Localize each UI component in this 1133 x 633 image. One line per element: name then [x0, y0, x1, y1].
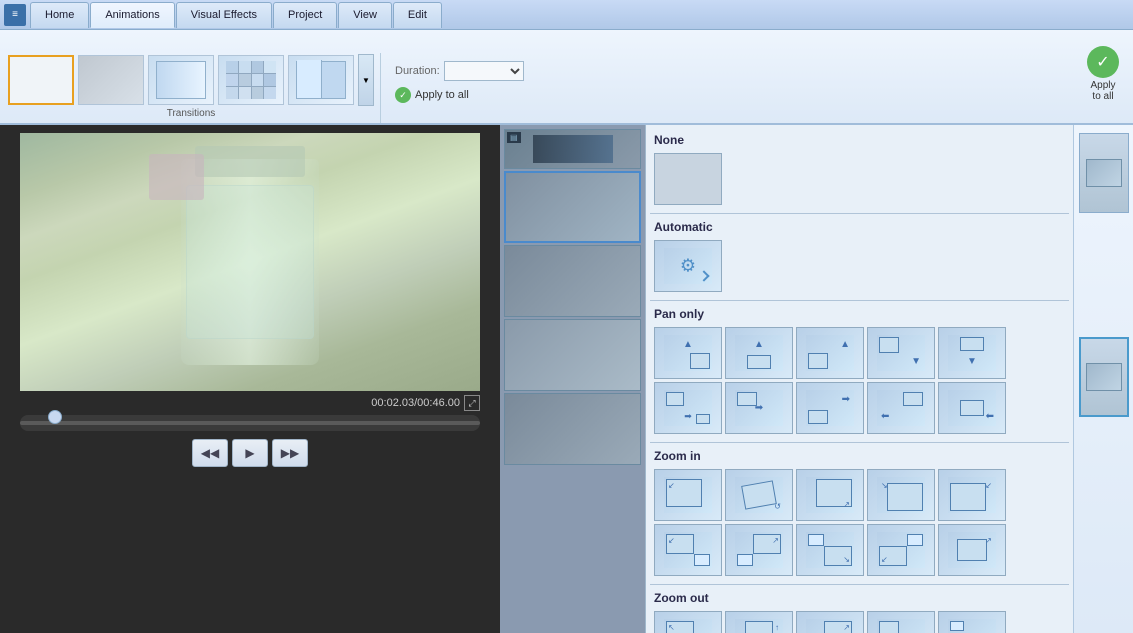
apply-right-button[interactable]: ✓ Applyto all	[1073, 34, 1133, 114]
duration-section: Duration: ✓ Apply to all	[395, 61, 524, 123]
current-time: 00:02.03/00:46.00	[371, 397, 460, 409]
timeline-item-3[interactable]	[504, 245, 641, 317]
ribbon-separator-1	[380, 53, 381, 123]
fullscreen-button[interactable]: ⤢	[464, 395, 480, 411]
timeline-item-5[interactable]	[504, 393, 641, 465]
pan-right-2[interactable]: ➡	[796, 382, 864, 434]
zoom-out-grid: ↖ ↑ ↗ ⬅	[650, 609, 1069, 633]
zoom-out-1[interactable]: ↖	[654, 611, 722, 633]
zoom-out-4[interactable]: ⬅	[867, 611, 935, 633]
separator-2	[650, 300, 1069, 301]
transition-2[interactable]	[78, 55, 144, 105]
tab-visual-effects[interactable]: Visual Effects	[176, 2, 272, 28]
motion-panel: None Automatic ⚙ Pan only ▲	[645, 125, 1073, 633]
zoom-in-2a[interactable]: ↙	[654, 524, 722, 576]
app-icon: ≡	[4, 4, 26, 26]
transition-none[interactable]	[8, 55, 74, 105]
zoom-in-2e[interactable]: ↗	[938, 524, 1006, 576]
pan-right[interactable]: ➡	[725, 382, 793, 434]
zoom-in-br[interactable]: ↘	[867, 469, 935, 521]
timeline-item-2[interactable]	[504, 171, 641, 243]
separator-3	[650, 442, 1069, 443]
pan-left[interactable]: ⬅	[867, 382, 935, 434]
apply-right-label: Applyto all	[1090, 80, 1115, 102]
section-zoom-out-label: Zoom out	[650, 587, 1069, 609]
pan-down-left[interactable]: ➡	[654, 382, 722, 434]
film-icon: ▤	[507, 132, 521, 143]
zoom-in-2d[interactable]: ↙	[867, 524, 935, 576]
zoom-out-5[interactable]: ↘	[938, 611, 1006, 633]
transitions-label: Transitions	[167, 106, 216, 123]
play-button[interactable]: ▶	[232, 439, 268, 467]
tab-project[interactable]: Project	[273, 2, 337, 28]
apply-all-icon: ✓	[395, 87, 411, 103]
apply-all-label: Apply to all	[415, 89, 469, 101]
section-zoom-in-label: Zoom in	[650, 445, 1069, 467]
pan-grid: ▲ ▲ ▲ ▼	[650, 325, 1069, 440]
tab-edit[interactable]: Edit	[393, 2, 442, 28]
main-area: 00:02.03/00:46.00 ⤢ ◀◀ ▶ ▶▶ ▤	[0, 125, 1133, 633]
playback-controls: ◀◀ ▶ ▶▶	[192, 439, 308, 467]
tab-home[interactable]: Home	[30, 2, 89, 28]
duration-select[interactable]	[444, 61, 524, 81]
apply-all-button[interactable]: ✓ Apply to all	[395, 87, 524, 103]
ribbon: ▼ Transitions Duration: ✓ Apply to all ✓…	[0, 30, 1133, 125]
timeline-scrubber[interactable]	[20, 415, 480, 431]
pan-left-2[interactable]: ⬅	[938, 382, 1006, 434]
duration-label: Duration:	[395, 65, 440, 77]
fast-forward-button[interactable]: ▶▶	[272, 439, 308, 467]
timeline-strip: ▤	[500, 125, 645, 633]
video-frame	[20, 133, 480, 391]
rewind-button[interactable]: ◀◀	[192, 439, 228, 467]
ribbon-scroll-arrow[interactable]: ▼	[358, 54, 374, 106]
zoom-in-2c[interactable]: ↘	[796, 524, 864, 576]
scrubber-track	[20, 421, 480, 425]
separator-4	[650, 584, 1069, 585]
zoom-in-bl[interactable]: ↙	[938, 469, 1006, 521]
pan-up-right[interactable]: ▲	[796, 327, 864, 379]
zoom-in-tr[interactable]: ↗	[796, 469, 864, 521]
zoom-out-2[interactable]: ↑	[725, 611, 793, 633]
timeline-item-4[interactable]	[504, 319, 641, 391]
tab-animations[interactable]: Animations	[90, 2, 174, 28]
tab-view[interactable]: View	[338, 2, 392, 28]
timeline-item-1[interactable]: ▤	[504, 129, 641, 169]
transition-thumbnails: ▼	[8, 54, 374, 106]
zoom-in-tl[interactable]: ↙	[654, 469, 722, 521]
section-pan-label: Pan only	[650, 303, 1069, 325]
zoom-in-2b[interactable]: ↗	[725, 524, 793, 576]
zoom-in-grid: ↙ ↺ ↗ ↘	[650, 467, 1069, 582]
separator-1	[650, 213, 1069, 214]
section-automatic-label: Automatic	[650, 216, 1069, 238]
transition-3[interactable]	[148, 55, 214, 105]
scrubber-thumb[interactable]	[48, 410, 62, 424]
transition-4[interactable]	[218, 55, 284, 105]
pan-down[interactable]: ▼	[938, 327, 1006, 379]
time-display: 00:02.03/00:46.00 ⤢	[20, 395, 480, 411]
apply-check-icon: ✓	[1087, 46, 1119, 78]
section-none-label: None	[650, 129, 1069, 151]
auto-grid: ⚙	[650, 238, 1069, 298]
none-grid	[650, 151, 1069, 211]
video-preview: 00:02.03/00:46.00 ⤢ ◀◀ ▶ ▶▶	[0, 125, 500, 633]
duration-row: Duration:	[395, 61, 524, 81]
transitions-section: ▼ Transitions	[8, 54, 374, 123]
pan-up[interactable]: ▲	[725, 327, 793, 379]
zoom-in-rotate[interactable]: ↺	[725, 469, 793, 521]
pan-up-left[interactable]: ▲	[654, 327, 722, 379]
zoom-out-3[interactable]: ↗	[796, 611, 864, 633]
video-content	[20, 133, 480, 391]
auto-thumb[interactable]: ⚙	[654, 240, 722, 292]
transition-5[interactable]	[288, 55, 354, 105]
apply-far-right-panel	[1073, 125, 1133, 633]
pan-down-right[interactable]: ▼	[867, 327, 935, 379]
none-thumb[interactable]	[654, 153, 722, 205]
title-bar: ≡ Home Animations Visual Effects Project…	[0, 0, 1133, 30]
